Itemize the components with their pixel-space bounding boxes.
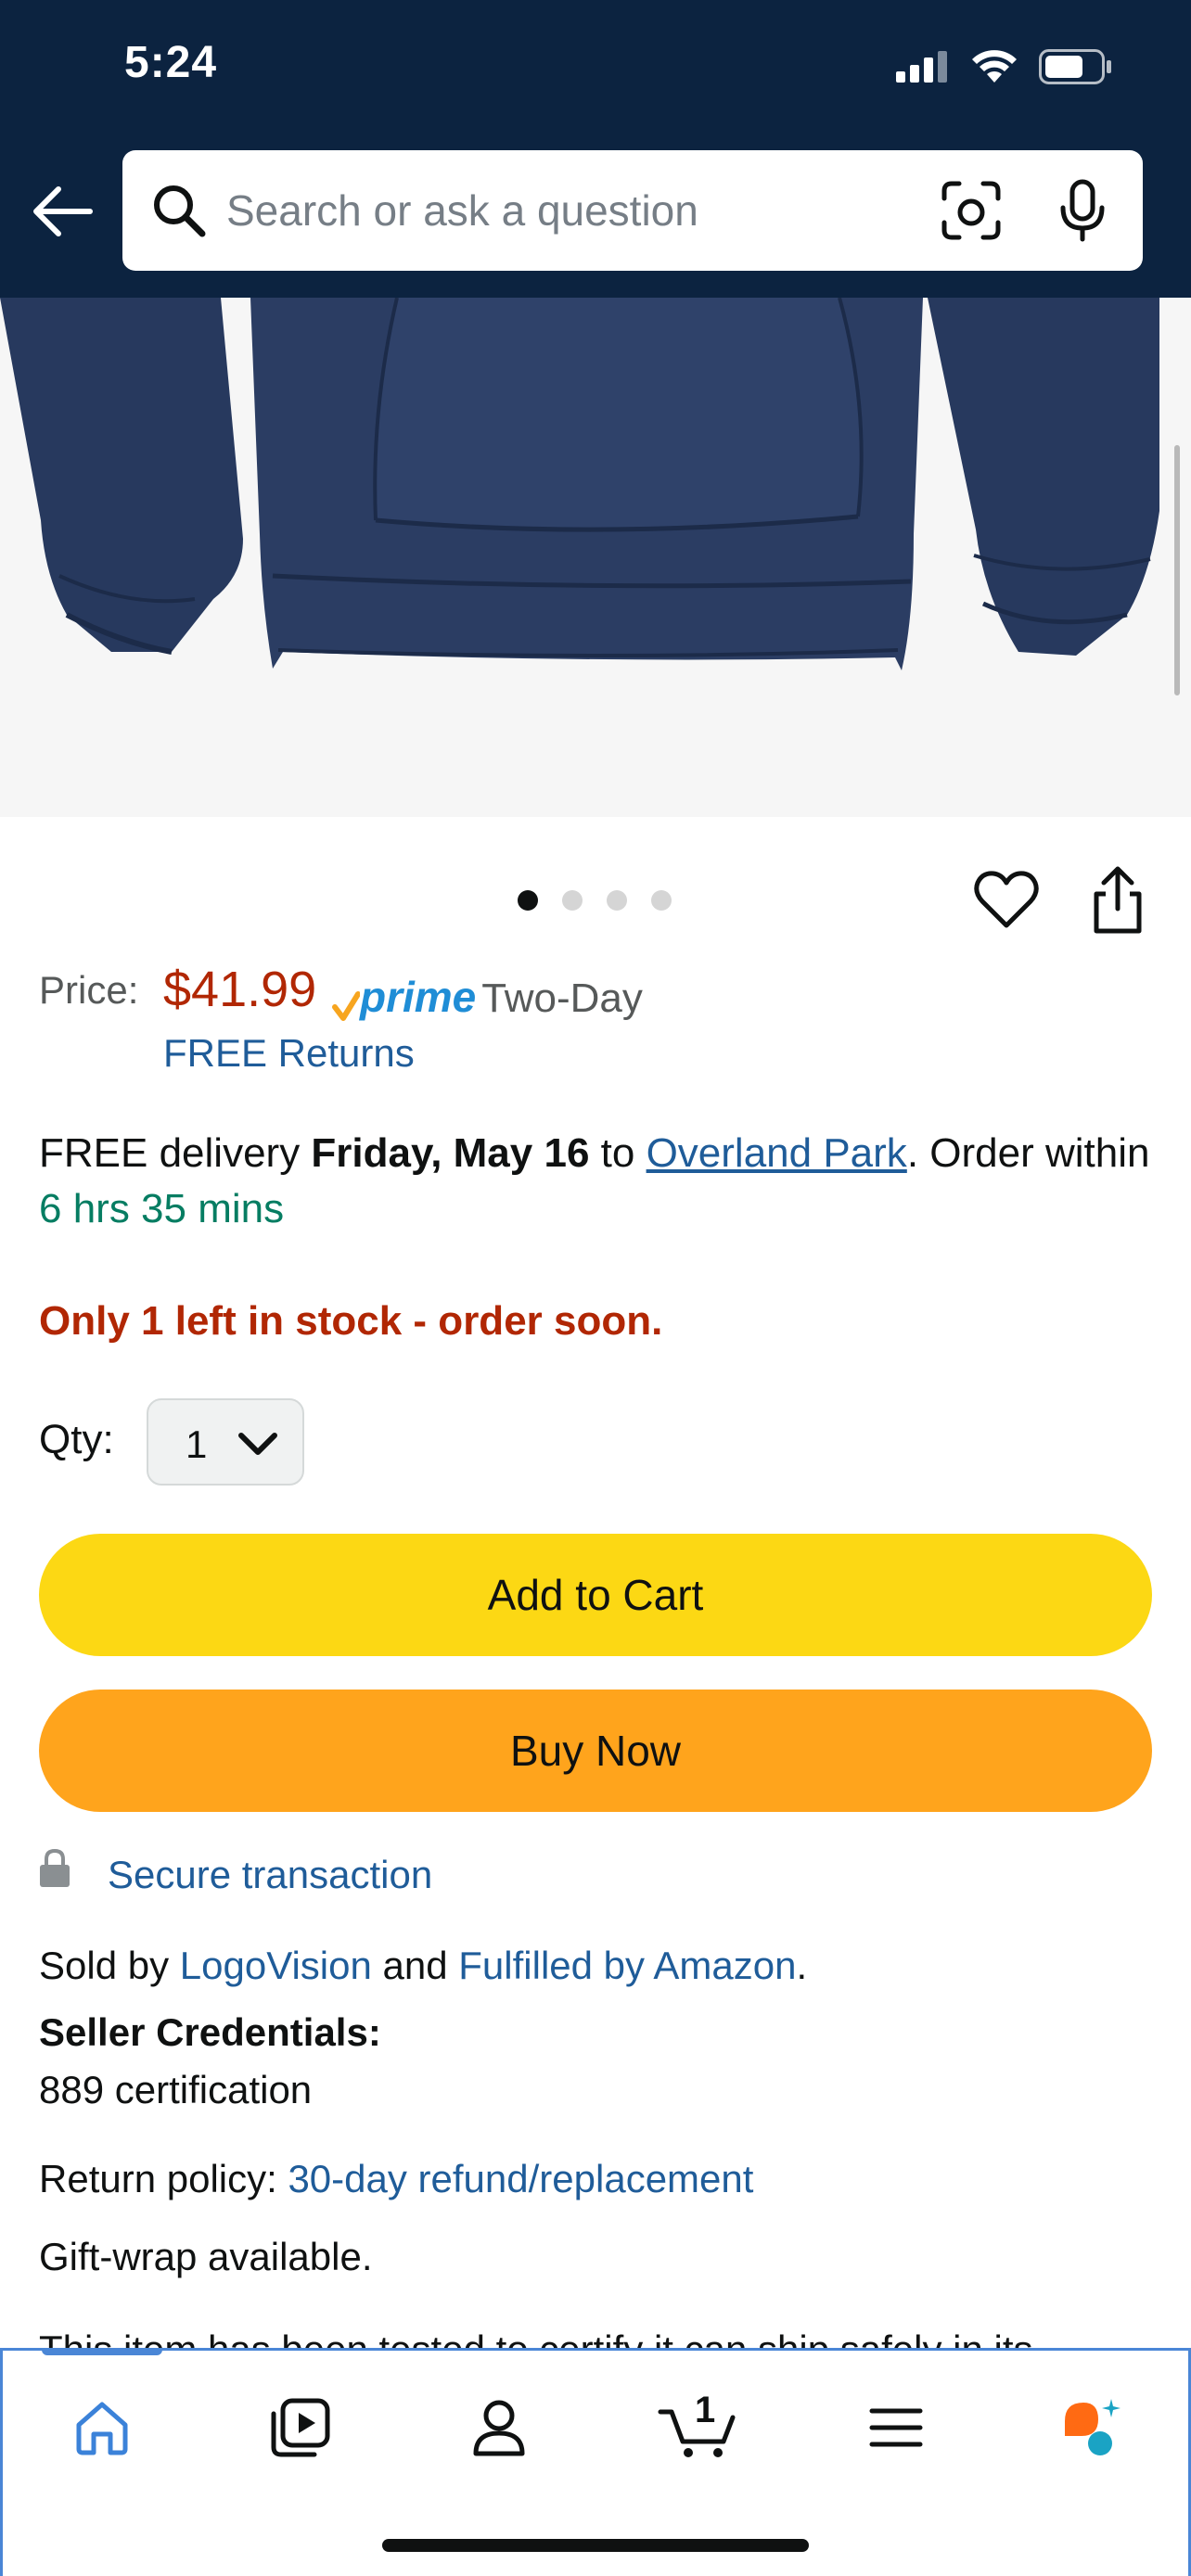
prime-check-icon xyxy=(332,991,360,1021)
prime-label: prime xyxy=(360,973,477,1021)
sold-by-and: and xyxy=(371,1944,459,1987)
cellular-signal-icon xyxy=(896,51,947,83)
home-indicator[interactable] xyxy=(382,2539,809,2552)
nav-menu[interactable] xyxy=(854,2386,938,2469)
lock-icon xyxy=(40,1848,70,1887)
nav-home[interactable] xyxy=(60,2386,144,2469)
return-policy-line: Return policy: 30-day refund/replacement xyxy=(39,2157,753,2201)
delivery-to: to xyxy=(589,1130,647,1176)
nav-account[interactable] xyxy=(457,2386,541,2469)
nav-video[interactable] xyxy=(259,2386,342,2469)
buy-now-button[interactable]: Buy Now xyxy=(39,1690,1152,1812)
sold-by-period: . xyxy=(796,1944,808,1987)
return-policy-link[interactable]: 30-day refund/replacement xyxy=(288,2157,753,2200)
delivery-countdown: 6 hrs 35 mins xyxy=(39,1186,285,1231)
sold-by-prefix: Sold by xyxy=(39,1944,180,1987)
delivery-order-within: . Order within xyxy=(906,1130,1150,1176)
rufus-icon xyxy=(1065,2399,1121,2455)
heart-icon[interactable] xyxy=(974,870,1039,931)
delivery-info: FREE delivery Friday, May 16 to Overland… xyxy=(39,1126,1152,1237)
search-bar[interactable] xyxy=(122,150,1143,271)
nav-cart[interactable]: 1 xyxy=(652,2386,745,2469)
delivery-location-link[interactable]: Overland Park xyxy=(647,1130,907,1176)
seller-name-link[interactable]: LogoVision xyxy=(180,1944,372,1987)
top-header: 5:24 xyxy=(0,0,1191,298)
free-returns-link[interactable]: FREE Returns xyxy=(163,1031,415,1076)
quantity-label: Qty: xyxy=(39,1417,114,1462)
carousel-dot[interactable] xyxy=(518,890,538,911)
arrow-left-icon xyxy=(33,186,93,236)
status-time: 5:24 xyxy=(124,38,218,87)
add-to-cart-button[interactable]: Add to Cart xyxy=(39,1534,1152,1656)
active-tab-indicator xyxy=(42,2348,162,2355)
seller-credentials-label: Seller Credentials: xyxy=(39,2010,381,2054)
cart-count-badge: 1 xyxy=(695,2390,716,2430)
image-carousel-dots[interactable] xyxy=(518,890,672,911)
quantity-value: 1 xyxy=(186,1422,208,1466)
product-image[interactable] xyxy=(0,298,1191,817)
fulfilled-by-amazon-link[interactable]: Fulfilled by Amazon xyxy=(458,1944,796,1987)
quantity-dropdown[interactable]: 1 xyxy=(147,1398,304,1486)
delivery-date: Friday, May 16 xyxy=(311,1130,590,1176)
price-label: Price: xyxy=(39,968,139,1012)
delivery-prefix: FREE delivery xyxy=(39,1130,312,1176)
price-value: $41.99 xyxy=(163,962,317,1017)
stock-status: Only 1 left in stock - order soon. xyxy=(39,1298,663,1344)
carousel-dot[interactable] xyxy=(607,890,627,911)
wifi-icon xyxy=(972,50,1017,83)
menu-icon xyxy=(869,2408,923,2447)
camera-lens-icon[interactable] xyxy=(939,178,1004,243)
partial-text: This item has been tested to certify it … xyxy=(39,2322,1152,2348)
search-input[interactable] xyxy=(226,178,1005,243)
chevron-down-icon xyxy=(238,1433,277,1455)
sold-by-line: Sold by LogoVision and Fulfilled by Amaz… xyxy=(39,1944,807,1988)
microphone-icon[interactable] xyxy=(1050,178,1115,243)
seller-credentials-value: 889 certification xyxy=(39,2068,313,2111)
back-button[interactable] xyxy=(22,172,100,250)
home-icon xyxy=(76,2402,128,2455)
carousel-dot[interactable] xyxy=(562,890,583,911)
share-icon[interactable] xyxy=(1085,864,1150,937)
sweatshirt-image xyxy=(0,298,1159,670)
return-policy-label: Return policy: xyxy=(39,2157,288,2200)
battery-icon xyxy=(1039,49,1111,84)
status-icons xyxy=(896,48,1113,85)
carousel-dot[interactable] xyxy=(651,890,672,911)
search-icon xyxy=(154,185,206,237)
video-icon xyxy=(271,2398,330,2457)
prime-speed: Two-Day xyxy=(481,976,643,1021)
prime-badge: prime Two-Day xyxy=(332,972,643,1022)
gift-wrap-text: Gift-wrap available. xyxy=(39,2235,373,2278)
account-icon xyxy=(473,2400,525,2456)
scrollbar[interactable] xyxy=(1174,445,1180,695)
nav-rufus[interactable] xyxy=(1051,2386,1134,2469)
secure-transaction-link[interactable]: Secure transaction xyxy=(108,1853,432,1897)
